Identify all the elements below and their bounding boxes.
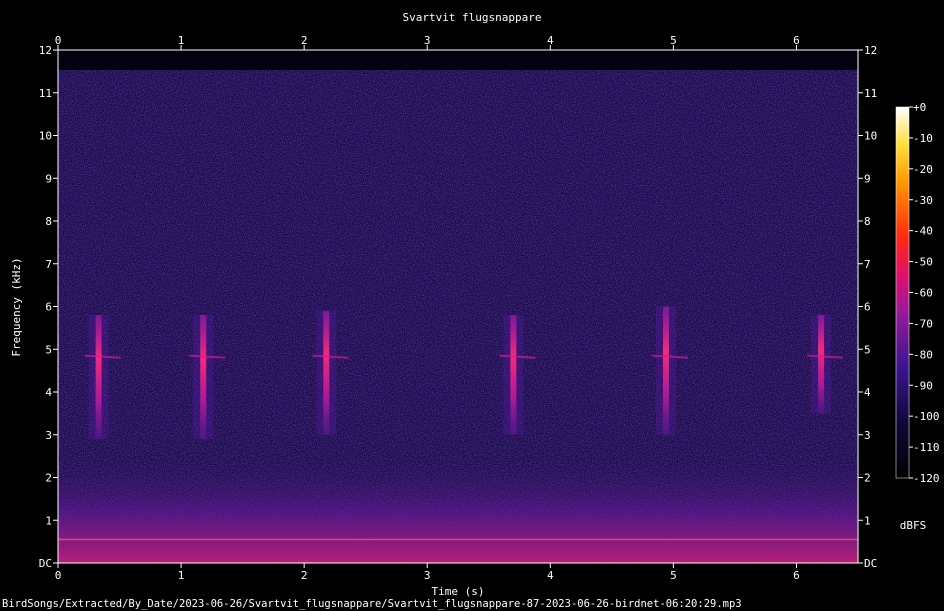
y-tick-label-right-1: 1: [864, 514, 871, 527]
y-tick-label-right-11: 11: [864, 87, 877, 100]
colorbar-tick-label-1: -10: [913, 132, 933, 145]
y-tick-label-left-2: 2: [45, 472, 52, 485]
y-tick-label-right-10: 10: [864, 130, 877, 143]
y-tick-label-right-DC: DC: [864, 557, 877, 570]
y-tick-label-left-11: 11: [39, 87, 52, 100]
x-tick-label-top-6: 6: [793, 34, 800, 47]
y-tick-label-right-9: 9: [864, 172, 871, 185]
x-tick-label-top-3: 3: [424, 34, 431, 47]
x-tick-label-bottom-6: 6: [793, 569, 800, 582]
colorbar: +0 -10 -20 -30 -40 -50 -60 -70 -80 -90 -100 -110 -12…: [895, 101, 940, 532]
colorbar-label: dBFS: [900, 519, 927, 532]
colorbar-tick-label-11: -110: [913, 441, 940, 454]
colorbar-ticks: +0 -10 -20 -30 -40 -50 -60 -70 -80 -90 -100 -110 -12…: [909, 101, 940, 485]
y-tick-label-right-6: 6: [864, 301, 871, 314]
y-tick-label-left-9: 9: [45, 172, 52, 185]
spectrogram-chart: 0123456 0123456 DC123456789101112 DC1234…: [2, 11, 940, 610]
colorbar-gradient: [895, 106, 910, 479]
syllable-6: [818, 315, 825, 414]
y-axis-left: DC123456789101112: [39, 44, 58, 570]
y-tick-label-left-3: 3: [45, 429, 52, 442]
y-tick-label-left-8: 8: [45, 215, 52, 228]
y-tick-label-left-6: 6: [45, 301, 52, 314]
colorbar-tick-label-10: -100: [913, 410, 940, 423]
syllable-3: [323, 310, 330, 435]
y-tick-label-left-5: 5: [45, 343, 52, 356]
x-tick-label-top-1: 1: [178, 34, 185, 47]
y-tick-label-right-4: 4: [864, 386, 871, 399]
y-tick-label-right-7: 7: [864, 258, 871, 271]
colorbar-tick-label-8: -80: [913, 348, 933, 361]
y-tick-label-right-12: 12: [864, 44, 877, 57]
colorbar-tick-label-4: -40: [913, 225, 933, 238]
y-tick-label-right-8: 8: [864, 215, 871, 228]
colorbar-tick-label-7: -70: [913, 317, 933, 330]
x-tick-label-bottom-1: 1: [178, 569, 185, 582]
colorbar-tick-label-5: -50: [913, 256, 933, 269]
colorbar-tick-label-2: -20: [913, 163, 933, 176]
x-tick-label-bottom-2: 2: [301, 569, 308, 582]
x-axis-top: 0 1 2 3 4 5 6: [55, 34, 800, 50]
file-path-footer: BirdSongs/Extracted/By_Date/2023-06-26/S…: [2, 598, 742, 610]
x-tick-label-top-5: 5: [670, 34, 677, 47]
syllable-5: [663, 306, 669, 435]
x-axis-bottom: 0 1 2 3 4 5 6: [55, 563, 800, 582]
x-tick-label-top-4: 4: [547, 34, 554, 47]
syllable-1: [95, 315, 102, 440]
syllable-2: [200, 315, 207, 440]
colorbar-tick-label-12: -120: [913, 472, 940, 485]
y-tick-label-left-1: 1: [45, 514, 52, 527]
spectrogram-plot-area: [57, 49, 859, 564]
low-frequency-energy-band: [58, 460, 858, 563]
syllable-4: [510, 315, 517, 435]
x-tick-label-bottom-3: 3: [424, 569, 431, 582]
y-tick-label-left-4: 4: [45, 386, 52, 399]
y-tick-label-left-7: 7: [45, 258, 52, 271]
y-tick-label-right-3: 3: [864, 429, 871, 442]
y-axis-label: Frequency (kHz): [10, 257, 23, 356]
x-tick-label-top-2: 2: [301, 34, 308, 47]
x-axis-label: Time (s): [432, 585, 485, 598]
y-tick-label-right-2: 2: [864, 472, 871, 485]
x-tick-label-bottom-0: 0: [55, 569, 62, 582]
chart-title: Svartvit flugsnappare: [402, 11, 541, 24]
x-tick-label-top-0: 0: [55, 34, 62, 47]
x-tick-label-bottom-5: 5: [670, 569, 677, 582]
colorbar-tick-label-9: -90: [913, 379, 933, 392]
colorbar-tick-label-3: -30: [913, 194, 933, 207]
colorbar-tick-label-0: +0: [913, 101, 926, 114]
colorbar-tick-label-6: -60: [913, 287, 933, 300]
y-tick-label-left-DC: DC: [39, 557, 52, 570]
y-tick-label-left-12: 12: [39, 44, 52, 57]
plot-high-frequency-cutoff: [58, 50, 858, 70]
y-axis-right: DC123456789101112: [858, 44, 877, 570]
x-tick-label-bottom-4: 4: [547, 569, 554, 582]
y-tick-label-right-5: 5: [864, 343, 871, 356]
y-tick-label-left-10: 10: [39, 130, 52, 143]
